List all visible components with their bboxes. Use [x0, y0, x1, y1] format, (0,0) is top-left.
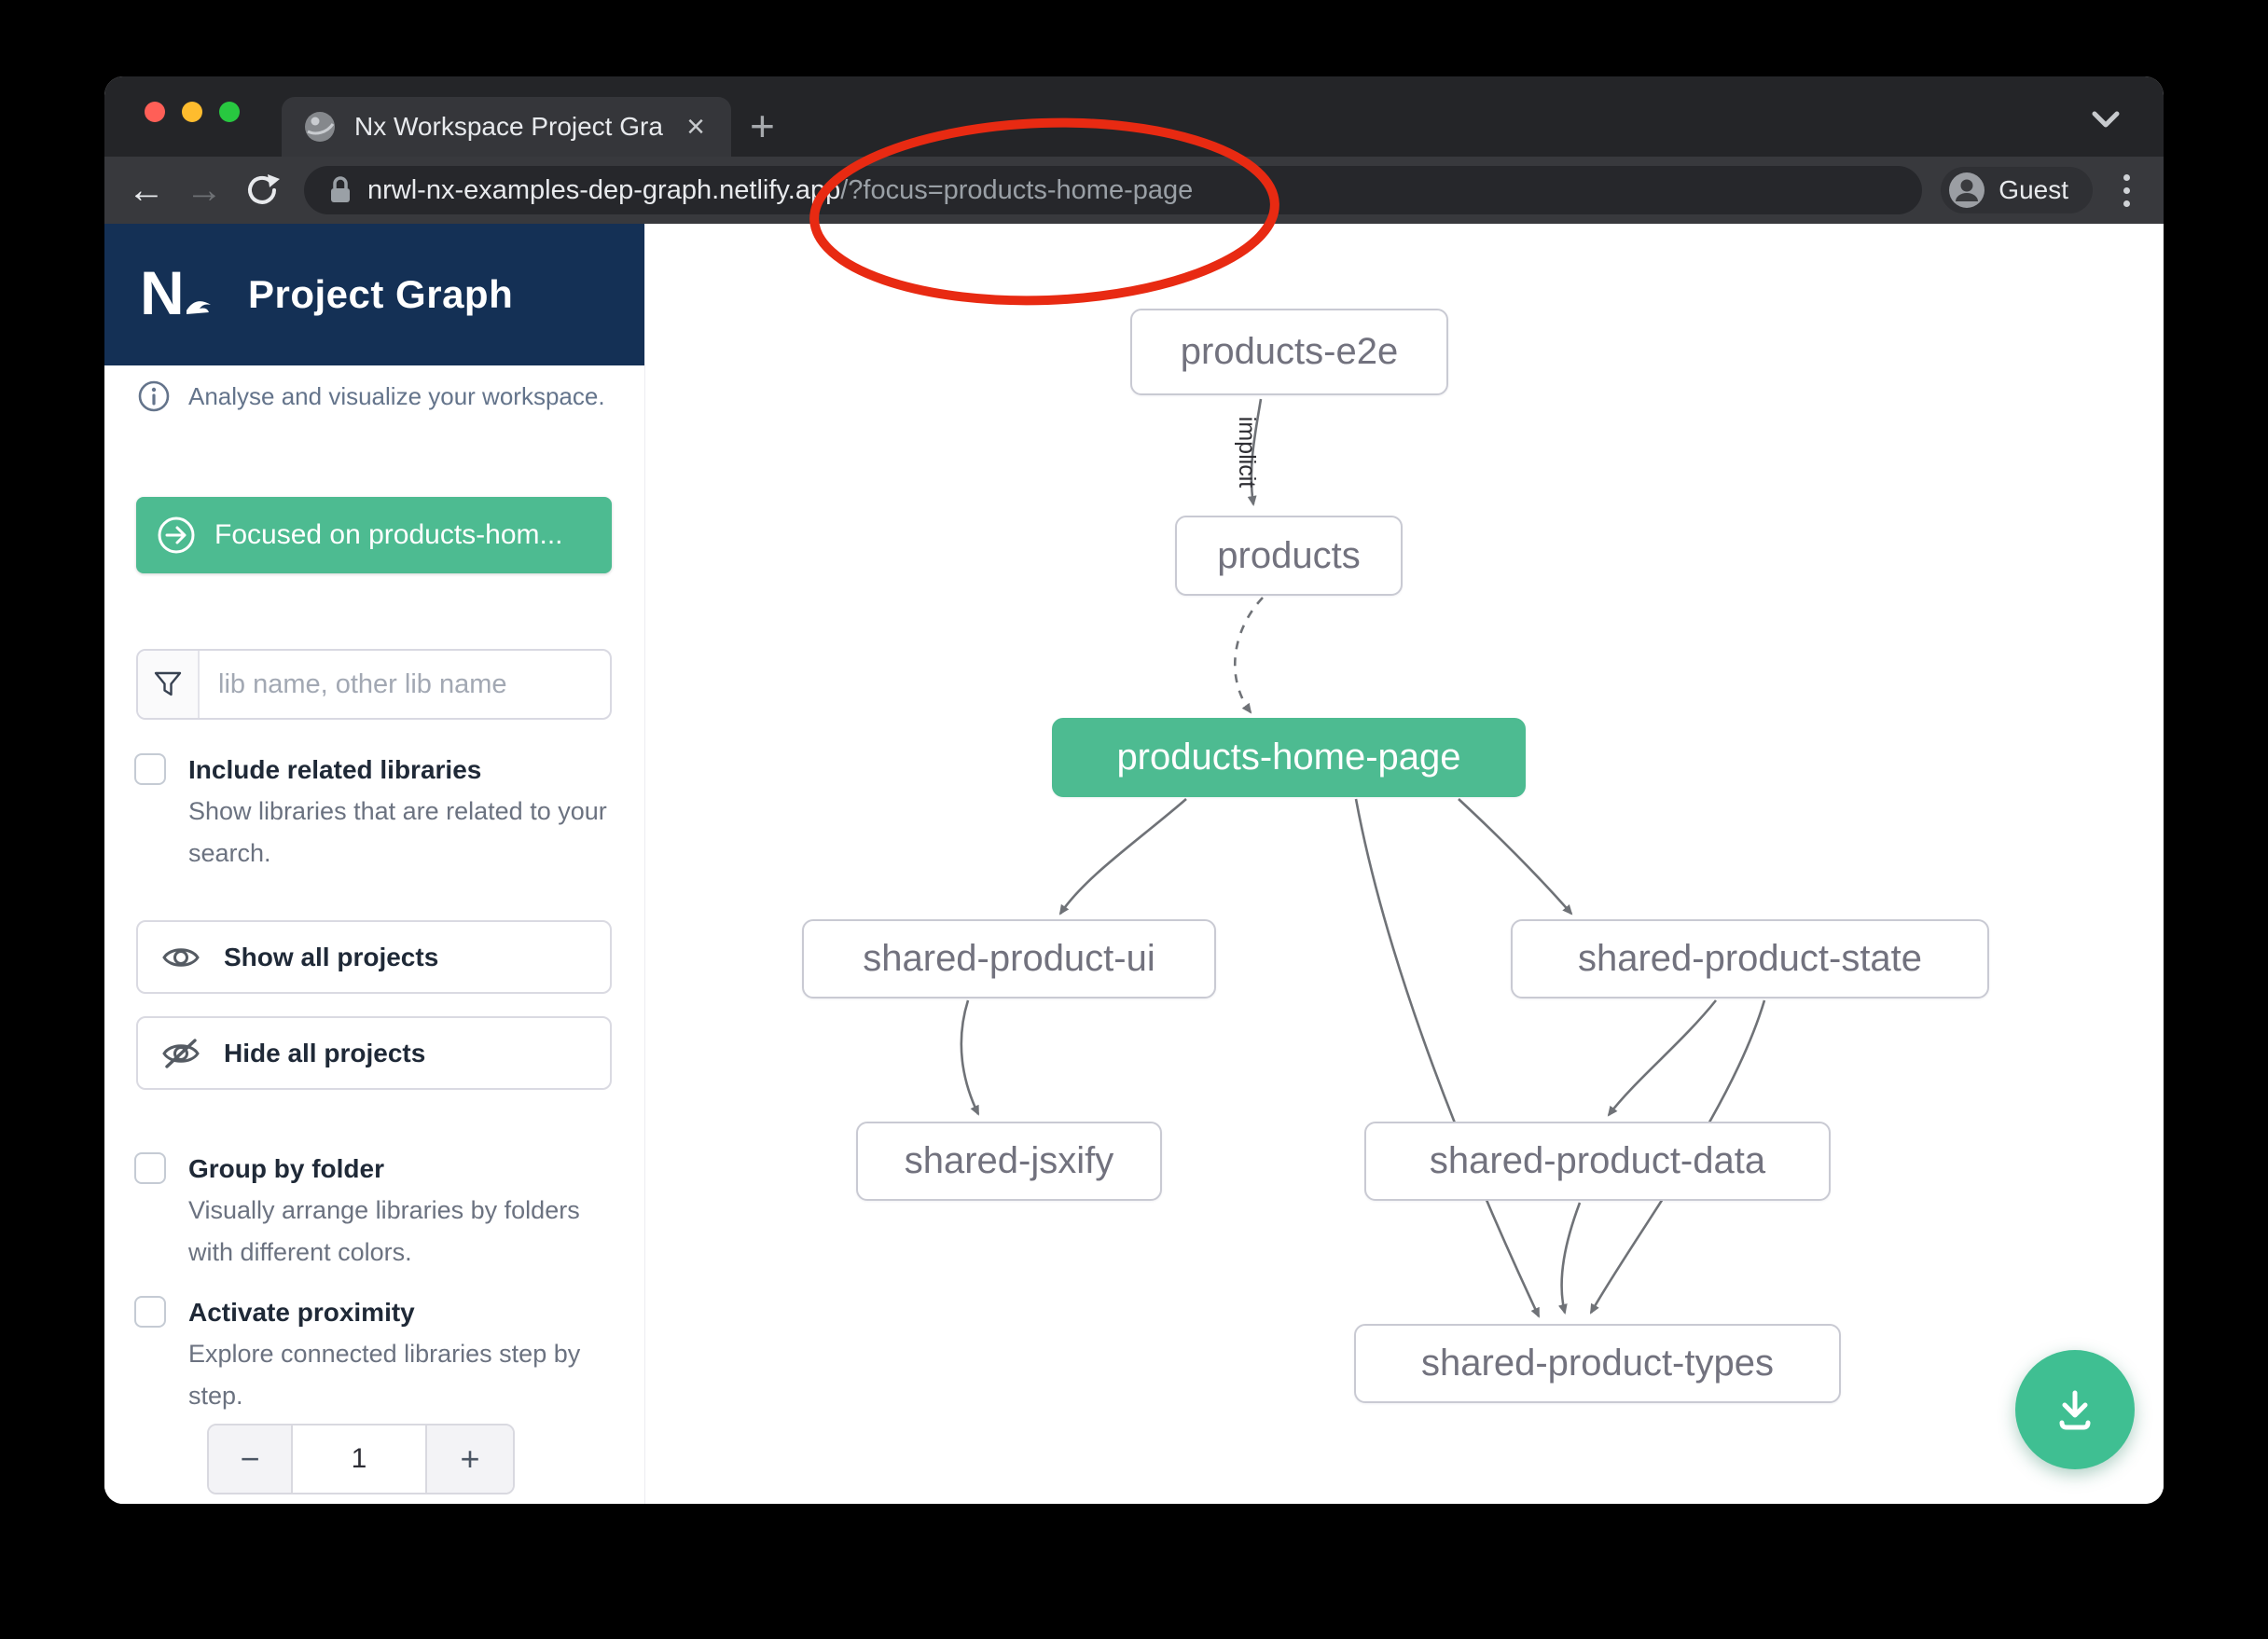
- hide-all-projects-button[interactable]: Hide all projects: [136, 1016, 612, 1090]
- show-all-projects-label: Show all projects: [224, 943, 438, 972]
- filter-box: [136, 649, 612, 720]
- arrow-circle-right-icon: [157, 516, 196, 555]
- focused-on-button[interactable]: Focused on products-hom...: [136, 497, 612, 573]
- activate-proximity-label: Activate proximity: [188, 1294, 614, 1331]
- app-title: Project Graph: [248, 272, 513, 317]
- url-domain: nrwl-nx-examples-dep-graph.netlify.app: [367, 175, 840, 205]
- include-related-description: Show libraries that are related to your …: [188, 791, 614, 875]
- include-related-block: Include related libraries Show libraries…: [134, 751, 614, 875]
- group-by-folder-block: Group by folder Visually arrange librari…: [134, 1150, 614, 1274]
- group-by-folder-label: Group by folder: [188, 1150, 614, 1188]
- edge-products-home: [1235, 598, 1263, 712]
- download-image-button[interactable]: [2015, 1350, 2135, 1469]
- graph-node-shared-jsxify[interactable]: shared-jsxify: [856, 1122, 1162, 1201]
- filter-input[interactable]: [200, 651, 610, 718]
- tab-search-chevron-down-icon[interactable]: [2087, 108, 2124, 132]
- activate-proximity-block: Activate proximity Explore connected lib…: [134, 1294, 614, 1417]
- show-all-projects-button[interactable]: Show all projects: [136, 920, 612, 994]
- sidebar-header: N Project Graph: [104, 224, 644, 365]
- profile-label: Guest: [1998, 175, 2068, 205]
- edge-home-state: [1459, 799, 1571, 914]
- window-close-button[interactable]: [145, 102, 165, 122]
- activate-proximity-checkbox[interactable]: [134, 1296, 166, 1328]
- browser-toolbar: ← → nrwl-nx-examples-dep-graph.netlify.a…: [104, 157, 2164, 224]
- filter-icon-segment: [138, 651, 200, 718]
- stepper-increment-button[interactable]: +: [425, 1426, 513, 1493]
- stepper-value: 1: [293, 1426, 425, 1493]
- graph-edges: implicit: [645, 224, 2164, 1504]
- reload-icon: [242, 171, 282, 210]
- tab-title: Nx Workspace Project Graph: [354, 112, 664, 142]
- tagline-row: Analyse and visualize your workspace.: [138, 380, 605, 412]
- reload-button[interactable]: [233, 171, 291, 210]
- avatar-icon: [1948, 172, 1985, 209]
- tab-strip: Nx Workspace Project Graph × +: [104, 76, 2164, 157]
- graph-node-products-home-page[interactable]: products-home-page: [1052, 718, 1526, 797]
- graph-canvas[interactable]: implicit products-e2e products products-…: [645, 224, 2164, 1504]
- edge-home-ui: [1060, 799, 1186, 914]
- tab-close-icon[interactable]: ×: [683, 111, 709, 143]
- graph-node-products-e2e[interactable]: products-e2e: [1130, 309, 1448, 395]
- group-by-folder-description: Visually arrange libraries by folders wi…: [188, 1190, 614, 1274]
- tab-favicon-globe-icon: [304, 111, 336, 143]
- screenshot-stage: Nx Workspace Project Graph × + ← →: [0, 0, 2268, 1639]
- funnel-icon: [154, 671, 182, 697]
- back-button[interactable]: ←: [118, 172, 175, 209]
- include-related-checkbox[interactable]: [134, 753, 166, 785]
- edge-state-data: [1609, 1000, 1716, 1115]
- graph-node-shared-product-data[interactable]: shared-product-data: [1364, 1122, 1831, 1201]
- url-text: nrwl-nx-examples-dep-graph.netlify.app/?…: [367, 175, 1193, 206]
- edge-home-types: [1356, 799, 1539, 1316]
- sidebar: N Project Graph Analyse and visualize yo…: [104, 224, 645, 1504]
- download-icon: [2051, 1385, 2099, 1434]
- info-icon: [138, 380, 170, 412]
- edge-ui-jsxify: [961, 1000, 978, 1114]
- activate-proximity-description: Explore connected libraries step by step…: [188, 1333, 614, 1417]
- stepper-decrement-button[interactable]: −: [209, 1426, 293, 1493]
- new-tab-button[interactable]: +: [750, 104, 775, 147]
- svg-text:N: N: [140, 260, 185, 327]
- graph-node-shared-product-types[interactable]: shared-product-types: [1354, 1324, 1841, 1403]
- tagline-text: Analyse and visualize your workspace.: [188, 382, 605, 411]
- browser-menu-button[interactable]: [2102, 174, 2150, 207]
- page-content: N Project Graph Analyse and visualize yo…: [104, 224, 2164, 1504]
- graph-node-shared-product-state[interactable]: shared-product-state: [1511, 919, 1989, 999]
- eye-icon: [162, 943, 200, 971]
- nx-logo: N: [140, 260, 220, 329]
- url-bar[interactable]: nrwl-nx-examples-dep-graph.netlify.app/?…: [304, 166, 1922, 214]
- focused-on-label: Focused on products-hom...: [214, 519, 563, 551]
- lock-icon: [328, 175, 353, 205]
- hide-all-projects-label: Hide all projects: [224, 1039, 425, 1068]
- proximity-stepper: − 1 +: [207, 1424, 515, 1494]
- profile-button[interactable]: Guest: [1941, 167, 2093, 213]
- eye-off-icon: [162, 1038, 200, 1069]
- group-by-folder-checkbox[interactable]: [134, 1152, 166, 1184]
- edge-label-implicit: implicit: [1234, 417, 1260, 488]
- window-zoom-button[interactable]: [219, 102, 240, 122]
- browser-window: Nx Workspace Project Graph × + ← →: [104, 76, 2164, 1504]
- url-path: /?focus=products-home-page: [840, 175, 1193, 205]
- window-minimize-button[interactable]: [182, 102, 202, 122]
- edge-data-types: [1562, 1203, 1580, 1313]
- graph-node-shared-product-ui[interactable]: shared-product-ui: [802, 919, 1216, 999]
- browser-tab[interactable]: Nx Workspace Project Graph ×: [282, 97, 731, 157]
- include-related-label: Include related libraries: [188, 751, 614, 789]
- forward-button[interactable]: →: [175, 172, 233, 209]
- graph-node-products[interactable]: products: [1175, 516, 1403, 596]
